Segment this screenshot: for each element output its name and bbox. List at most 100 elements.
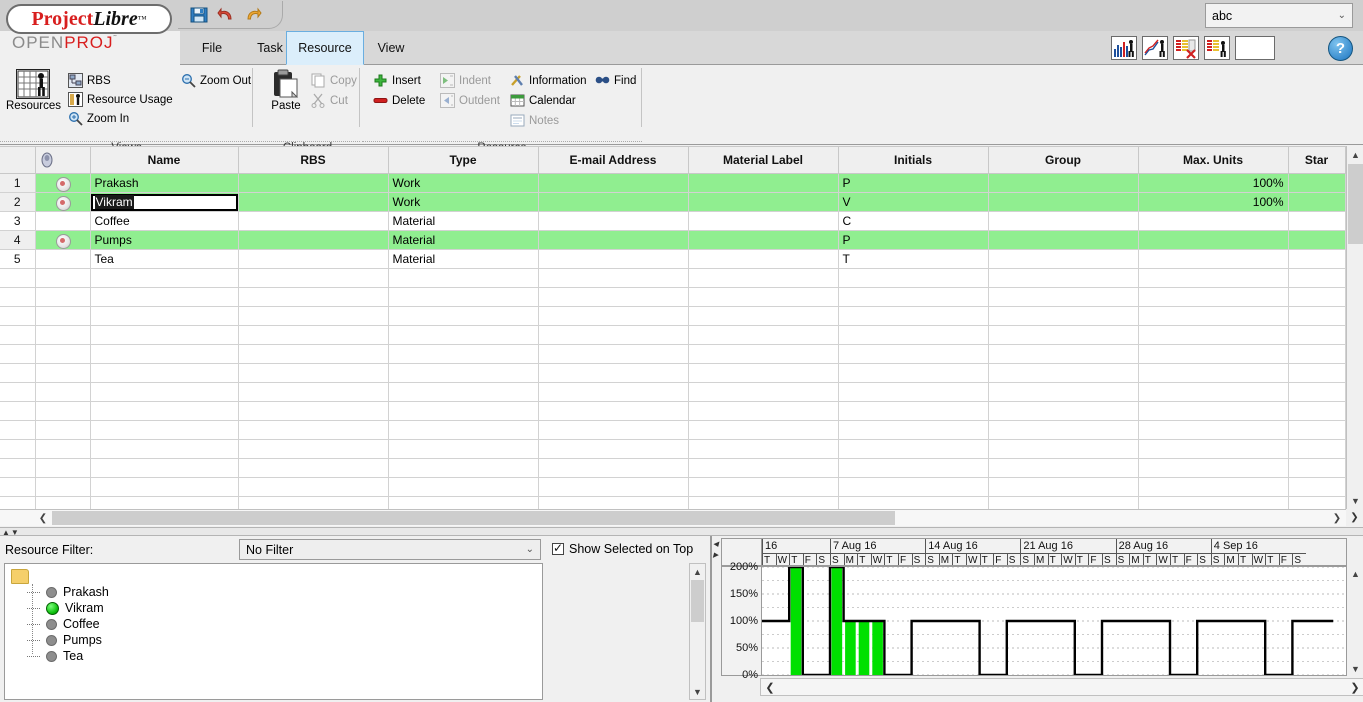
empty-cell[interactable] <box>988 402 1138 421</box>
empty-cell[interactable] <box>0 364 35 383</box>
table-row[interactable]: 5TeaMaterialT <box>0 250 1345 269</box>
undo-icon[interactable] <box>217 6 235 24</box>
empty-cell[interactable] <box>90 269 238 288</box>
empty-cell[interactable] <box>1288 478 1345 497</box>
empty-cell[interactable] <box>388 421 538 440</box>
cell-type[interactable]: Material <box>388 212 538 231</box>
empty-cell[interactable] <box>988 421 1138 440</box>
empty-cell[interactable] <box>0 421 35 440</box>
empty-cell[interactable] <box>35 288 90 307</box>
empty-cell[interactable] <box>0 402 35 421</box>
tab-resource[interactable]: Resource <box>286 31 364 65</box>
empty-cell[interactable] <box>1138 402 1288 421</box>
table-row[interactable]: 1PrakashWorkP100% <box>0 174 1345 193</box>
tab-view[interactable]: View <box>366 31 416 65</box>
empty-cell[interactable] <box>1138 307 1288 326</box>
resource-usage-chart-icon[interactable] <box>1111 36 1137 60</box>
cell-rbs[interactable] <box>238 193 388 212</box>
cell-group[interactable] <box>988 250 1138 269</box>
empty-cell[interactable] <box>90 478 238 497</box>
remove-resource-icon[interactable] <box>1173 36 1199 60</box>
table-row-empty[interactable] <box>0 364 1345 383</box>
empty-cell[interactable] <box>688 326 838 345</box>
cell-email[interactable] <box>538 212 688 231</box>
column-header-material_label[interactable]: Material Label <box>688 147 838 174</box>
cell-material_label[interactable] <box>688 231 838 250</box>
assign-resource-icon[interactable] <box>1204 36 1230 60</box>
empty-cell[interactable] <box>388 307 538 326</box>
empty-cell[interactable] <box>388 402 538 421</box>
cell-type[interactable]: Work <box>388 193 538 212</box>
empty-cell[interactable] <box>388 345 538 364</box>
empty-cell[interactable] <box>1138 364 1288 383</box>
tree-scroll-down-arrow[interactable]: ▼ <box>690 684 705 699</box>
empty-cell[interactable] <box>35 421 90 440</box>
zoom-in-button[interactable]: Zoom In <box>68 111 129 126</box>
empty-cell[interactable] <box>838 269 988 288</box>
row-number[interactable]: 4 <box>0 231 35 250</box>
empty-cell[interactable] <box>90 402 238 421</box>
empty-cell[interactable] <box>90 440 238 459</box>
empty-cell[interactable] <box>988 326 1138 345</box>
empty-cell[interactable] <box>238 345 388 364</box>
empty-cell[interactable] <box>1288 364 1345 383</box>
table-row-empty[interactable] <box>0 459 1345 478</box>
empty-cell[interactable] <box>688 307 838 326</box>
empty-cell[interactable] <box>35 383 90 402</box>
empty-cell[interactable] <box>538 269 688 288</box>
cell-email[interactable] <box>538 231 688 250</box>
tree-node-prakash[interactable]: Prakash <box>27 585 109 599</box>
table-row-empty[interactable] <box>0 478 1345 497</box>
empty-cell[interactable] <box>838 459 988 478</box>
empty-cell[interactable] <box>538 459 688 478</box>
empty-cell[interactable] <box>0 288 35 307</box>
empty-cell[interactable] <box>388 383 538 402</box>
empty-cell[interactable] <box>388 288 538 307</box>
empty-cell[interactable] <box>538 364 688 383</box>
empty-cell[interactable] <box>538 345 688 364</box>
cell-group[interactable] <box>988 231 1138 250</box>
empty-cell[interactable] <box>1138 326 1288 345</box>
empty-cell[interactable] <box>688 478 838 497</box>
indicator-column-header[interactable] <box>35 147 90 174</box>
empty-cell[interactable] <box>1138 383 1288 402</box>
table-row-empty[interactable] <box>0 288 1345 307</box>
cell-name[interactable]: Prakash <box>90 174 238 193</box>
cell-initials[interactable]: T <box>838 250 988 269</box>
empty-cell[interactable] <box>35 440 90 459</box>
row-number[interactable]: 5 <box>0 250 35 269</box>
tab-file[interactable]: File <box>186 31 238 65</box>
checkbox-box[interactable] <box>552 543 564 555</box>
empty-cell[interactable] <box>35 307 90 326</box>
top-dropdown[interactable]: abc ⌄ <box>1205 3 1353 28</box>
column-header-initials[interactable]: Initials <box>838 147 988 174</box>
empty-cell[interactable] <box>388 440 538 459</box>
empty-cell[interactable] <box>238 383 388 402</box>
row-indicator-cell[interactable] <box>35 250 90 269</box>
notes-button[interactable]: Notes <box>510 113 559 128</box>
resource-table[interactable]: NameRBSTypeE-mail AddressMaterial LabelI… <box>0 146 1363 526</box>
tree-node-tea[interactable]: Tea <box>27 649 83 663</box>
empty-cell[interactable] <box>0 383 35 402</box>
cell-type[interactable]: Material <box>388 250 538 269</box>
zoom-out-button[interactable]: Zoom Out <box>181 73 251 88</box>
empty-cell[interactable] <box>1138 288 1288 307</box>
panel-splitter[interactable]: ▲▼ <box>0 527 1363 536</box>
empty-cell[interactable] <box>538 307 688 326</box>
tree-node-pumps[interactable]: Pumps <box>27 633 102 647</box>
cell-initials[interactable]: V <box>838 193 988 212</box>
cell-group[interactable] <box>988 174 1138 193</box>
empty-cell[interactable] <box>238 421 388 440</box>
resource-overallocated-icon[interactable] <box>54 233 71 248</box>
scroll-left-arrow[interactable]: ❮ <box>34 510 52 526</box>
empty-cell[interactable] <box>988 307 1138 326</box>
grip-left-icon[interactable]: ◀ <box>713 540 718 548</box>
table-row[interactable]: 4PumpsMaterialP <box>0 231 1345 250</box>
empty-cell[interactable] <box>0 269 35 288</box>
chart-horizontal-scrollbar[interactable]: ❮ ❯ <box>760 678 1363 696</box>
chart-vertical-scrollbar[interactable]: ▲ ▼ <box>1348 566 1363 676</box>
scroll-right-arrow[interactable]: ❯ <box>1328 510 1346 526</box>
cell-start[interactable] <box>1288 250 1345 269</box>
table-horizontal-scrollbar[interactable]: ❮ ❯ <box>0 509 1346 526</box>
empty-cell[interactable] <box>838 307 988 326</box>
